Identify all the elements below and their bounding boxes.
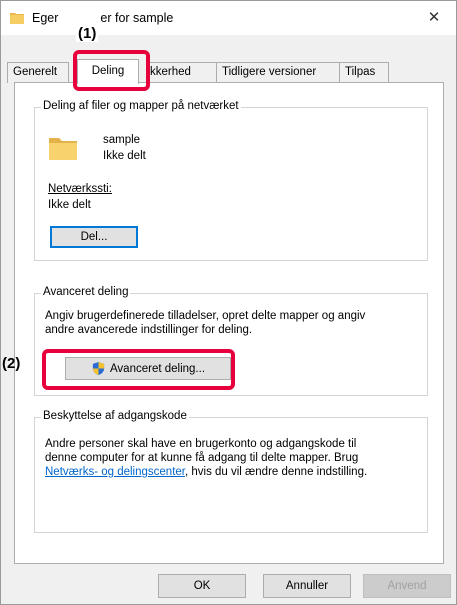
folder-name: sample <box>103 134 141 146</box>
tab-security[interactable]: kkerhed <box>147 62 217 83</box>
network-sharing-center-link[interactable]: Netværks- og delingscenter <box>45 466 185 478</box>
network-sharing-group-label: Deling af filer og mapper på netværket <box>41 100 241 112</box>
tab-general[interactable]: Generelt <box>7 62 69 83</box>
callout-step-1: (1) <box>76 25 99 42</box>
advanced-sharing-group: Avanceret deling Angiv brugerdefinerede … <box>34 286 428 396</box>
password-protection-group-label: Beskyttelse af adgangskode <box>41 410 189 422</box>
callout-step-2: (2) <box>2 355 21 372</box>
uac-shield-icon <box>92 361 105 376</box>
tab-customize[interactable]: Tilpas <box>339 62 389 83</box>
close-button[interactable]: ✕ <box>412 1 456 33</box>
cancel-button[interactable]: Annuller <box>263 574 351 598</box>
advanced-sharing-button[interactable]: Avanceret deling... <box>65 357 231 380</box>
network-path-label: Netværkssti: <box>48 183 112 195</box>
tab-panel-sharing: Deling af filer og mapper på netværket s… <box>14 82 444 564</box>
password-protection-description: Andre personer skal have en brugerkonto … <box>45 438 368 478</box>
advanced-sharing-group-label: Avanceret deling <box>41 286 131 298</box>
share-button[interactable]: Del... <box>50 226 138 248</box>
window-title: Eger er for sample <box>32 11 174 25</box>
network-path-value: Ikke delt <box>48 199 91 211</box>
title-bar[interactable]: Eger er for sample ✕ <box>1 1 456 35</box>
advanced-sharing-description: Angiv brugerdefinerede tilladelser, opre… <box>45 310 366 336</box>
close-icon: ✕ <box>427 9 441 26</box>
folder-icon <box>10 13 24 24</box>
ok-button[interactable]: OK <box>158 574 246 598</box>
folder-share-status: Ikke delt <box>103 150 146 162</box>
apply-button[interactable]: Anvend <box>363 574 451 598</box>
tab-sharing[interactable]: Deling <box>77 59 139 84</box>
shared-folder-icon <box>49 138 77 160</box>
network-sharing-group: Deling af filer og mapper på netværket s… <box>34 100 428 261</box>
properties-dialog: Eger er for sample ✕ Generelt Deling kker… <box>0 0 457 605</box>
password-protection-group: Beskyttelse af adgangskode Andre persone… <box>34 410 428 533</box>
tab-previous-versions[interactable]: Tidligere versioner <box>216 62 340 83</box>
